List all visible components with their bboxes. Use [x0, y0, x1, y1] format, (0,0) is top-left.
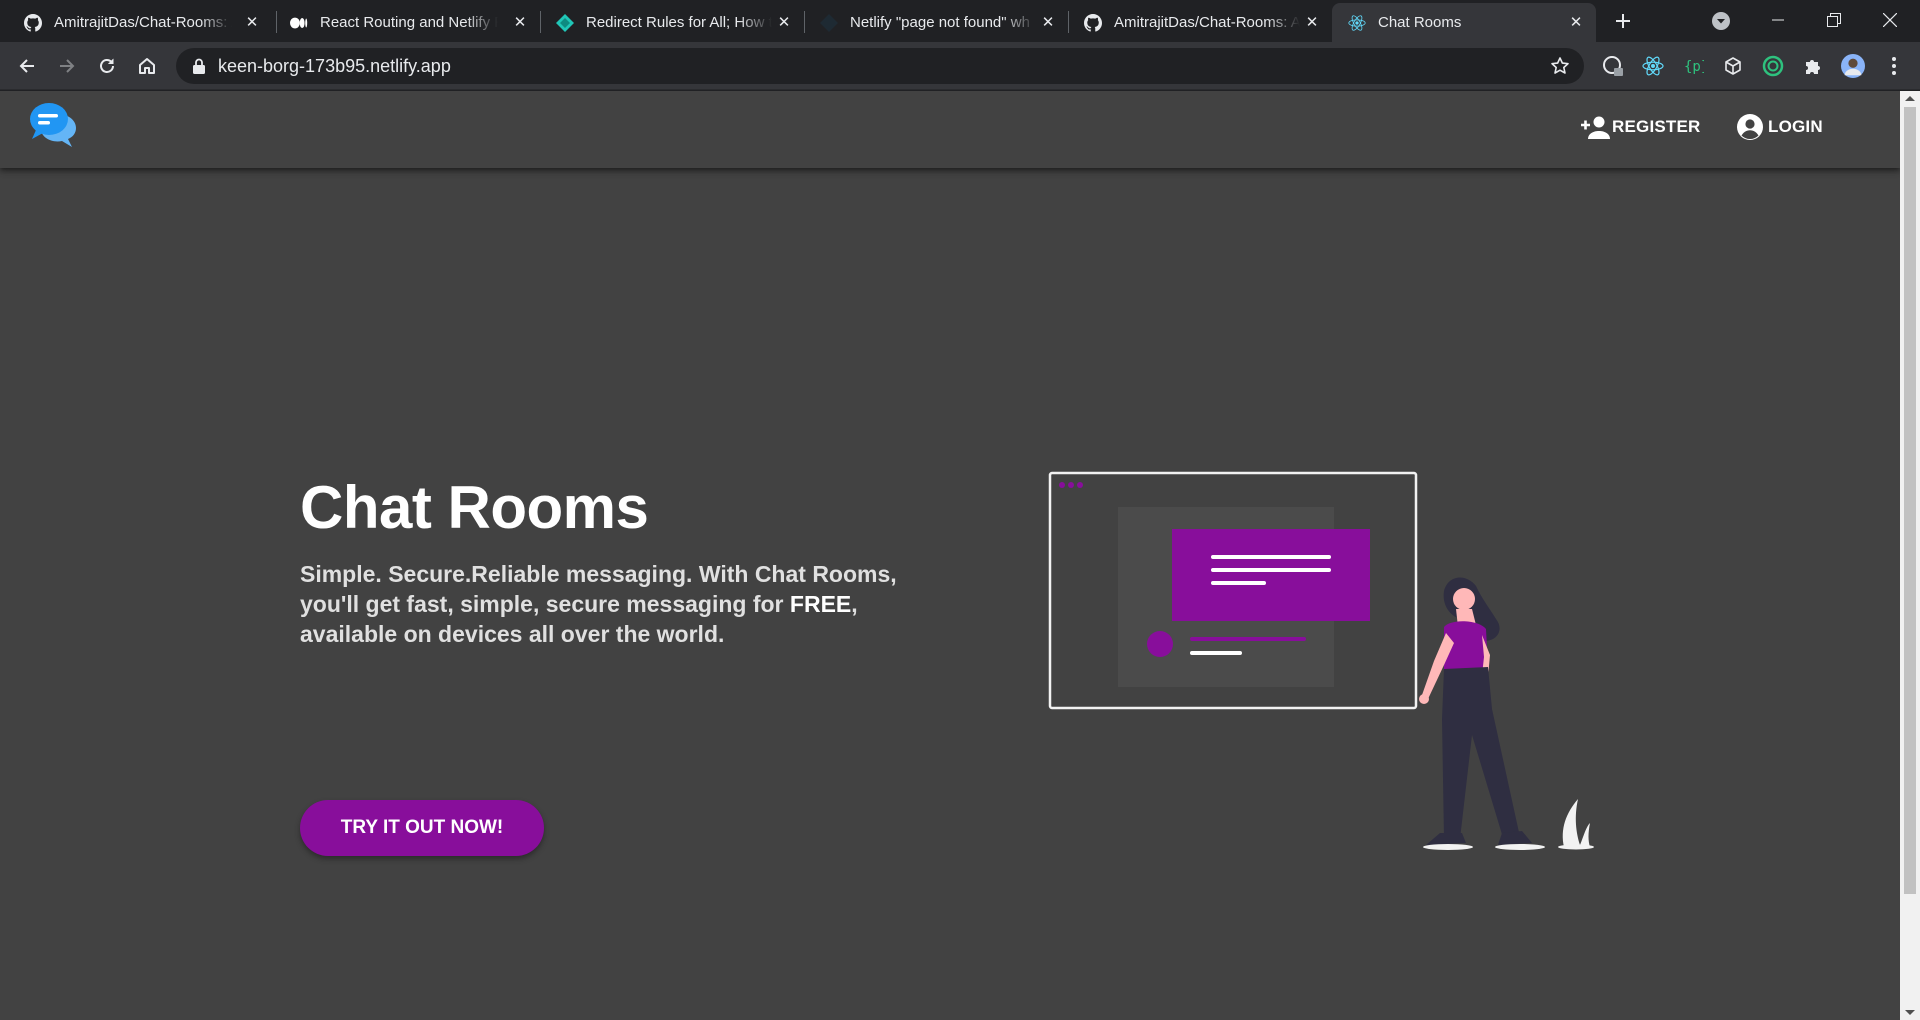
- react-icon: [1348, 14, 1366, 32]
- tab-medium[interactable]: React Routing and Netlify R ✕: [276, 3, 540, 42]
- medium-icon: [290, 14, 308, 32]
- browser-menu-icon[interactable]: [1882, 54, 1906, 78]
- tab-title: AmitrajitDas/Chat-Rooms: A: [54, 14, 232, 31]
- close-tab-icon[interactable]: ✕: [1566, 12, 1586, 32]
- home-icon: [139, 58, 155, 74]
- tab-strip: AmitrajitDas/Chat-Rooms: A ✕ React Routi…: [0, 0, 1920, 42]
- restore-icon: [1827, 13, 1841, 27]
- page-viewport: REGISTER LOGIN Chat Rooms Simple. Secure…: [0, 91, 1900, 1020]
- profile-avatar[interactable]: [1841, 54, 1865, 78]
- new-tab-button[interactable]: [1608, 6, 1638, 36]
- hero-text-emphasis: FREE: [789, 591, 852, 617]
- arrow-left-icon: [19, 59, 34, 73]
- tab-chat-rooms[interactable]: Chat Rooms ✕: [1332, 3, 1596, 42]
- login-button[interactable]: LOGIN: [1736, 109, 1823, 145]
- tab-title: React Routing and Netlify R: [320, 14, 498, 31]
- scroll-up-icon[interactable]: [1905, 96, 1915, 101]
- plus-icon: [1616, 14, 1630, 28]
- github-icon: [24, 14, 42, 32]
- person-add-icon: [1581, 116, 1610, 139]
- cube-icon[interactable]: [1721, 54, 1745, 78]
- target-icon[interactable]: [1761, 54, 1785, 78]
- chevron-down-circle-icon: [1712, 12, 1730, 30]
- lock-icon: [193, 58, 205, 74]
- arrow-right-icon: [60, 59, 75, 73]
- register-button[interactable]: REGISTER: [1580, 109, 1701, 145]
- extensions-puzzle-icon[interactable]: [1801, 54, 1825, 78]
- scrollbar-thumb[interactable]: [1904, 107, 1916, 894]
- tab-github-2[interactable]: AmitrajitDas/Chat-Rooms: A ✕: [1068, 3, 1332, 42]
- netlify-icon: [556, 14, 574, 32]
- tab-title: Chat Rooms: [1378, 14, 1462, 31]
- chat-logo-icon[interactable]: [28, 100, 82, 150]
- url-text: keen-borg-173b95.netlify.app: [218, 56, 451, 76]
- github-icon: [1084, 14, 1102, 32]
- tab-title: Netlify "page not found" wh: [850, 14, 1030, 31]
- close-window-button[interactable]: [1862, 0, 1918, 40]
- tab-netlify-redirects[interactable]: Redirect Rules for All; How t ✕: [540, 3, 804, 42]
- address-bar[interactable]: keen-borg-173b95.netlify.app: [176, 48, 1584, 84]
- try-it-out-button[interactable]: TRY IT OUT NOW!: [300, 800, 544, 856]
- login-label: LOGIN: [1768, 117, 1823, 136]
- reload-icon: [100, 58, 114, 73]
- extension-globe-icon[interactable]: [1601, 54, 1625, 78]
- netlify-dark-icon: [820, 14, 838, 32]
- home-button[interactable]: [131, 50, 163, 82]
- tab-title: AmitrajitDas/Chat-Rooms: A: [1114, 14, 1300, 31]
- tab-search-button[interactable]: [1708, 8, 1734, 34]
- forward-button[interactable]: [51, 50, 83, 82]
- tab-github-1[interactable]: AmitrajitDas/Chat-Rooms: A ✕: [0, 3, 272, 42]
- close-tab-icon[interactable]: ✕: [1038, 12, 1058, 32]
- hero-illustration: [1048, 471, 1594, 850]
- close-tab-icon[interactable]: ✕: [242, 12, 262, 32]
- close-tab-icon[interactable]: ✕: [510, 12, 530, 32]
- close-tab-icon[interactable]: ✕: [774, 12, 794, 32]
- close-icon: [1883, 13, 1897, 27]
- register-label: REGISTER: [1612, 117, 1701, 136]
- restore-button[interactable]: [1806, 0, 1862, 40]
- minimize-button[interactable]: [1750, 0, 1806, 40]
- react-devtools-icon[interactable]: [1641, 54, 1665, 78]
- svg-text:{p}: {p}: [1684, 59, 1704, 75]
- tab-title: Redirect Rules for All; How t: [586, 14, 772, 31]
- bookmark-star-icon: [1551, 57, 1569, 74]
- page-scrollbar[interactable]: [1900, 91, 1920, 1020]
- scroll-down-icon[interactable]: [1905, 1010, 1915, 1015]
- extension-brackets-icon[interactable]: {p}: [1681, 54, 1705, 78]
- account-circle-icon: [1737, 114, 1763, 140]
- back-button[interactable]: [11, 50, 43, 82]
- minimize-icon: [1772, 19, 1784, 21]
- app-navbar: REGISTER LOGIN: [0, 91, 1900, 168]
- hero-description: Simple. Secure.Reliable messaging. With …: [300, 559, 960, 649]
- tab-netlify-not-found[interactable]: Netlify "page not found" wh ✕: [804, 3, 1068, 42]
- hero-title: Chat Rooms: [300, 474, 649, 541]
- close-tab-icon[interactable]: ✕: [1302, 12, 1322, 32]
- browser-toolbar: keen-borg-173b95.netlify.app {p}: [0, 42, 1920, 90]
- reload-button[interactable]: [91, 50, 123, 82]
